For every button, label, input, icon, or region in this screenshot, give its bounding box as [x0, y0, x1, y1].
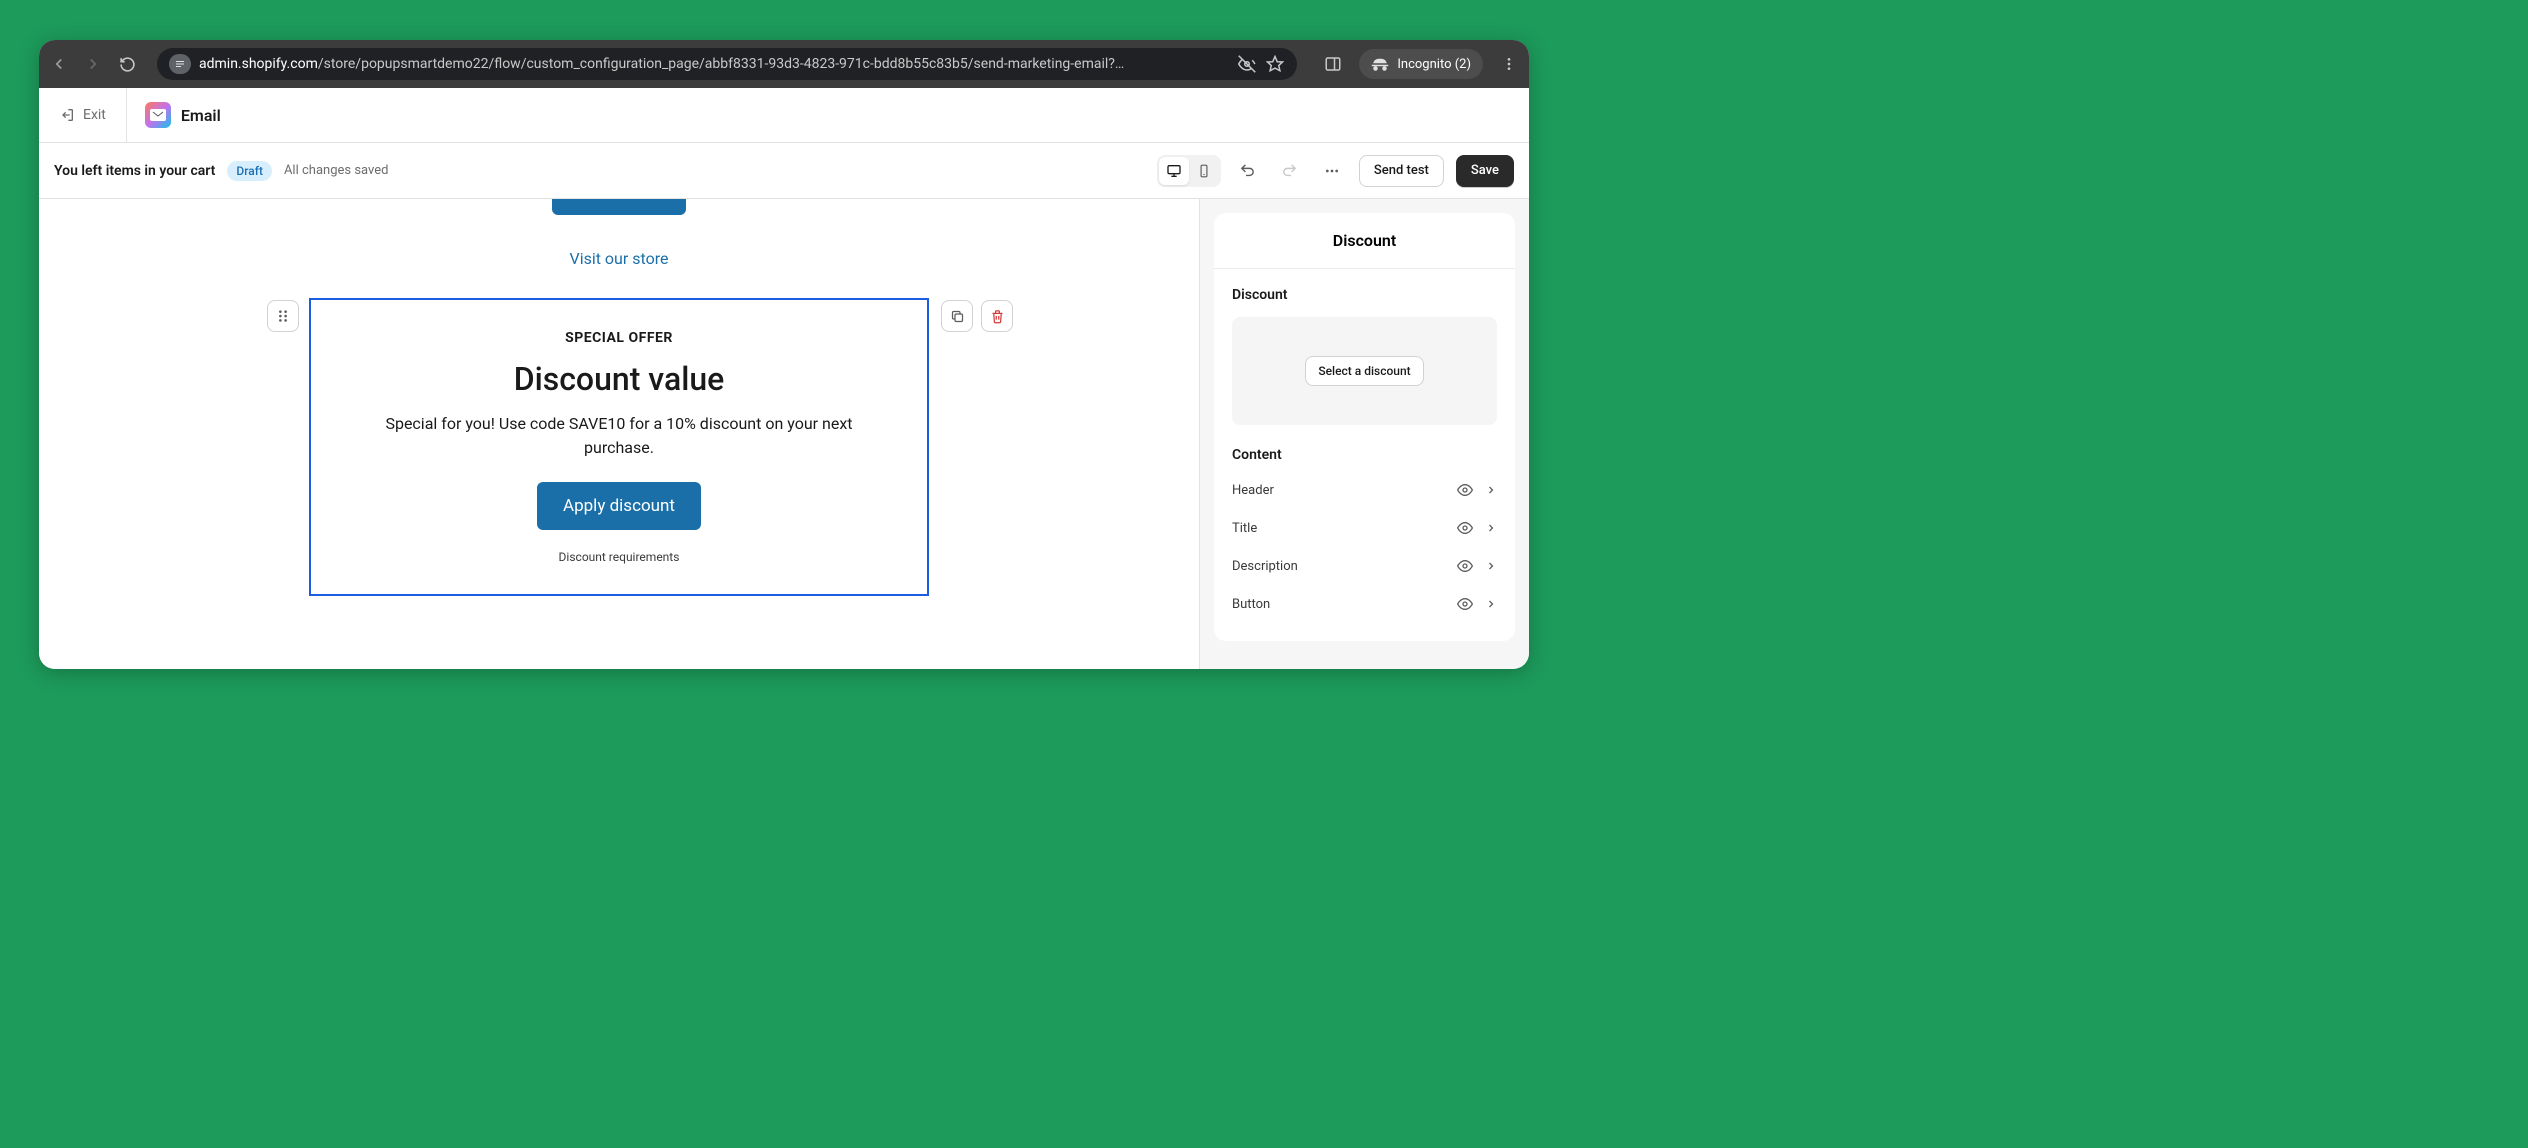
site-info-icon[interactable]: [169, 54, 191, 74]
send-test-button[interactable]: Send test: [1359, 155, 1444, 187]
app-title-text: Email: [181, 106, 221, 125]
settings-panel: Discount Discount Select a discount Cont…: [1214, 213, 1515, 641]
forward-button[interactable]: [83, 54, 103, 74]
duplicate-block-button[interactable]: [941, 300, 973, 332]
drag-handle[interactable]: [267, 300, 299, 332]
discount-description: Special for you! Use code SAVE10 for a 1…: [369, 412, 869, 460]
exit-button[interactable]: Exit: [39, 88, 127, 142]
address-bar[interactable]: admin.shopify.com/store/popupsmartdemo22…: [157, 48, 1297, 80]
device-toggle: [1157, 155, 1221, 187]
apply-discount-button[interactable]: Apply discount: [537, 482, 701, 530]
special-offer-header: SPECIAL OFFER: [565, 330, 673, 346]
content-row-label: Header: [1232, 483, 1274, 498]
exit-icon: [59, 107, 75, 123]
more-actions-button[interactable]: [1317, 156, 1347, 186]
mobile-view-button[interactable]: [1189, 157, 1219, 185]
incognito-label: Incognito (2): [1397, 57, 1471, 72]
save-status: All changes saved: [284, 163, 389, 178]
content-row-label: Button: [1232, 597, 1270, 612]
main-area: Visit our store SPECIAL OFF: [39, 199, 1529, 669]
chrome-menu-icon[interactable]: [1499, 54, 1519, 74]
chevron-right-icon: [1485, 560, 1497, 572]
drag-icon: [277, 309, 289, 323]
trash-icon: [990, 309, 1005, 324]
undo-button[interactable]: [1233, 156, 1263, 186]
discount-title: Discount value: [514, 360, 725, 398]
content-row-description[interactable]: Description: [1232, 547, 1497, 585]
duplicate-icon: [950, 309, 965, 324]
reload-button[interactable]: [117, 54, 137, 74]
url-text: admin.shopify.com/store/popupsmartdemo22…: [199, 56, 1229, 72]
panel-title: Discount: [1214, 213, 1515, 269]
content-section: Content Header Title: [1214, 443, 1515, 641]
browser-chrome: admin.shopify.com/store/popupsmartdemo22…: [39, 40, 1529, 88]
side-panel-icon[interactable]: [1323, 54, 1343, 74]
incognito-icon: [1371, 57, 1389, 71]
eye-icon[interactable]: [1457, 596, 1473, 612]
email-subject: You left items in your cart: [54, 163, 215, 179]
discount-block[interactable]: SPECIAL OFFER Discount value Special for…: [309, 298, 929, 596]
browser-window: admin.shopify.com/store/popupsmartdemo22…: [39, 40, 1529, 669]
desktop-view-button[interactable]: [1159, 157, 1189, 185]
discount-requirements-link[interactable]: Discount requirements: [559, 550, 680, 564]
canvas[interactable]: Visit our store SPECIAL OFF: [39, 199, 1199, 669]
app-title: Email: [127, 102, 239, 128]
eye-icon[interactable]: [1457, 520, 1473, 536]
save-button[interactable]: Save: [1456, 155, 1514, 187]
incognito-badge[interactable]: Incognito (2): [1359, 49, 1483, 79]
discount-block-wrapper: SPECIAL OFFER Discount value Special for…: [309, 298, 929, 596]
content-row-button[interactable]: Button: [1232, 585, 1497, 623]
visit-store-link[interactable]: Visit our store: [570, 249, 669, 268]
eye-icon[interactable]: [1457, 482, 1473, 498]
content-row-label: Description: [1232, 559, 1298, 574]
chevron-right-icon: [1485, 484, 1497, 496]
eye-off-icon[interactable]: [1237, 54, 1257, 74]
delete-block-button[interactable]: [981, 300, 1013, 332]
app-icon: [145, 102, 171, 128]
discount-empty-well: Select a discount: [1232, 317, 1497, 425]
content-row-title[interactable]: Title: [1232, 509, 1497, 547]
redo-button[interactable]: [1275, 156, 1305, 186]
back-button[interactable]: [49, 54, 69, 74]
subject-bar: You left items in your cart Draft All ch…: [39, 143, 1529, 199]
settings-sidebar: Discount Discount Select a discount Cont…: [1199, 199, 1529, 669]
select-discount-button[interactable]: Select a discount: [1305, 356, 1423, 386]
discount-field-label: Discount: [1232, 287, 1497, 303]
exit-label: Exit: [83, 107, 106, 123]
content-field-label: Content: [1232, 447, 1497, 463]
app-bar: Exit Email: [39, 88, 1529, 143]
previous-button-partial[interactable]: [552, 199, 686, 215]
draft-badge: Draft: [227, 161, 272, 181]
bookmark-star-icon[interactable]: [1265, 54, 1285, 74]
discount-section: Discount Select a discount: [1214, 269, 1515, 443]
content-row-label: Title: [1232, 521, 1257, 536]
eye-icon[interactable]: [1457, 558, 1473, 574]
chevron-right-icon: [1485, 598, 1497, 610]
content-row-header[interactable]: Header: [1232, 471, 1497, 509]
chevron-right-icon: [1485, 522, 1497, 534]
